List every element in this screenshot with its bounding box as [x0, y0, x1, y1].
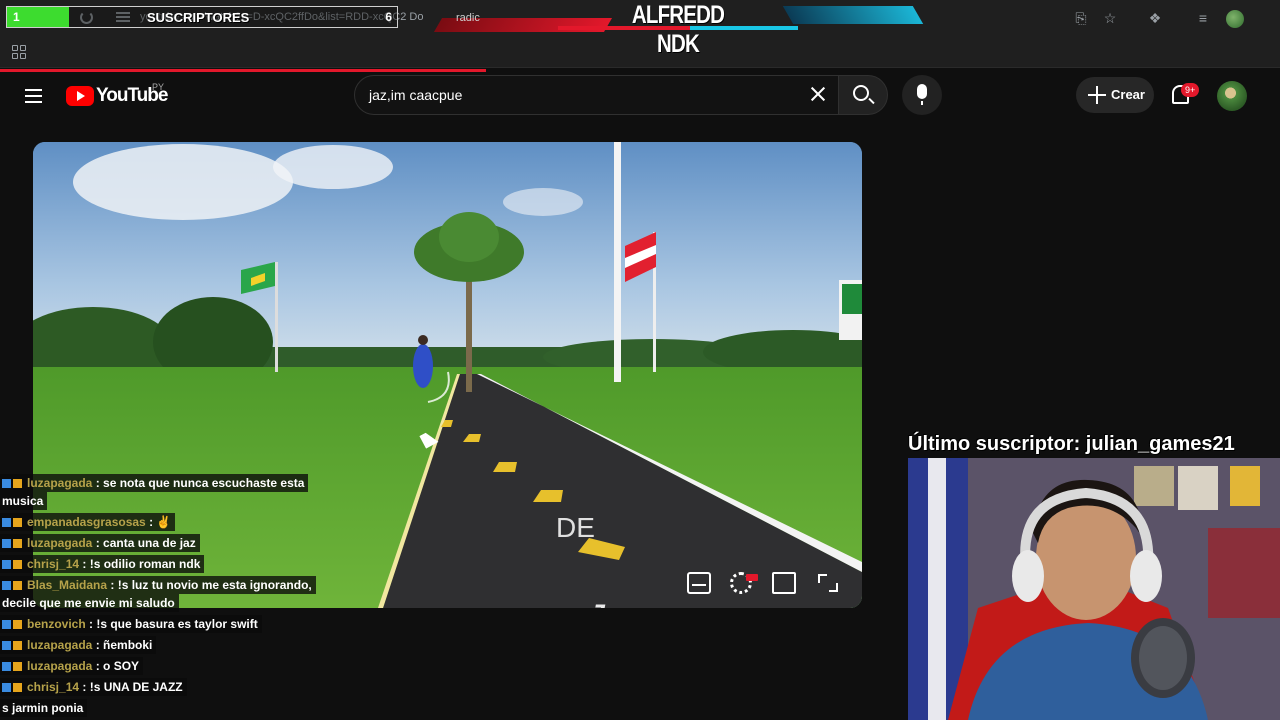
profile-icon[interactable] — [1226, 10, 1244, 28]
subscriber-goal-target: 6 — [385, 10, 392, 24]
notification-count-badge: 9+ — [1181, 83, 1200, 97]
chat-username: chrisj_14 — [27, 680, 80, 694]
region-code: PY — [152, 82, 165, 92]
subscriber-badge-icon — [13, 641, 22, 650]
subscriber-badge-icon — [13, 662, 22, 671]
search-icon — [853, 85, 869, 101]
menu-icon[interactable] — [25, 89, 42, 103]
search-input[interactable]: jaz,im caacpue — [354, 75, 840, 115]
chat-username: empanadasgrasosas — [27, 515, 146, 529]
prime-badge-icon — [2, 620, 11, 629]
subtitles-icon[interactable] — [687, 572, 711, 594]
last-subscriber-label: Último suscriptor: julian_games21 — [908, 433, 1235, 455]
chat-message: luzapagada : ñemboki — [0, 636, 157, 654]
subscriber-goal-label: SUSCRIPTORES — [147, 10, 250, 25]
chat-username: luzapagada — [27, 638, 93, 652]
prime-badge-icon — [2, 683, 11, 692]
subscriber-badge-icon — [13, 683, 22, 692]
chat-text: : !s UNA DE JAZZ — [79, 680, 183, 694]
browser-tab-title[interactable]: radic — [456, 12, 480, 24]
chat-message: s jarmin ponia — [0, 699, 88, 717]
subscriber-badge-icon — [13, 560, 22, 569]
chat-message: luzapagada : o SOY — [0, 657, 144, 675]
chat-message: chrisj_14 : !s UNA DE JAZZ — [0, 678, 187, 696]
streamer-webcam — [908, 458, 1280, 720]
search-query-text[interactable]: jaz,im caacpue — [369, 87, 462, 103]
chat-message: luzapagada : se nota que nunca escuchast… — [0, 474, 309, 492]
streamer-name: ALFREDD NDK — [631, 1, 725, 58]
account-avatar[interactable] — [1217, 81, 1247, 111]
chat-username: benzovich — [27, 617, 86, 631]
create-label: Crear — [1111, 87, 1145, 102]
prime-badge-icon — [2, 518, 11, 527]
prime-badge-icon — [2, 479, 11, 488]
chat-text: : o SOY — [92, 659, 140, 673]
chat-username: Blas_Maidana — [27, 578, 108, 592]
subscriber-goal-bar: 1 SUSCRIPTORES 6 — [6, 6, 398, 28]
youtube-header: YouTube PY jaz,im caacpue Crear 9+ — [0, 72, 1280, 120]
chat-username: luzapagada — [27, 536, 93, 550]
chat-message: chrisj_14 : !s odilio roman ndk — [0, 555, 205, 573]
voice-search-button[interactable] — [902, 75, 942, 115]
extensions-icon[interactable]: ❖ — [1148, 11, 1162, 25]
banner-cyan-stripe — [782, 6, 924, 24]
chat-message: Blas_Maidana : !s luz tu novio me esta i… — [0, 576, 316, 594]
microphone-icon — [917, 84, 927, 105]
install-icon[interactable]: ⎘ — [1074, 11, 1088, 25]
prime-badge-icon — [2, 662, 11, 671]
clear-search-icon[interactable] — [808, 84, 828, 104]
chat-message: decile que me envie mi saludo — [0, 594, 179, 612]
prime-badge-icon — [2, 560, 11, 569]
create-button[interactable]: Crear — [1076, 77, 1154, 113]
search-button[interactable] — [838, 75, 888, 115]
theater-mode-icon[interactable] — [772, 572, 796, 594]
chat-text: decile que me envie mi saludo — [2, 596, 175, 610]
prime-badge-icon — [2, 539, 11, 548]
chat-text: : !s que basura es taylor swift — [85, 617, 258, 631]
chat-message: empanadasgrasosas : ✌ — [0, 513, 176, 531]
chat-username: luzapagada — [27, 659, 93, 673]
subscriber-badge-icon — [13, 539, 22, 548]
chat-text: s jarmin ponia — [2, 701, 84, 715]
fullscreen-icon[interactable] — [816, 572, 840, 594]
chat-text: : ✌ — [145, 515, 172, 529]
chat-message: benzovich : !s que basura es taylor swif… — [0, 615, 262, 633]
subscriber-badge-icon — [13, 479, 22, 488]
video-overlay-letter: J — [585, 597, 605, 608]
subscriber-badge-icon — [13, 581, 22, 590]
prime-badge-icon — [2, 641, 11, 650]
chat-text: : ñemboki — [92, 638, 153, 652]
streamer-banner: radic ALFREDD NDK — [433, 0, 924, 58]
youtube-logo-icon[interactable] — [66, 86, 94, 106]
plus-icon — [1088, 86, 1106, 104]
media-icon[interactable]: ≡ — [1196, 11, 1210, 25]
video-overlay-text: DE — [556, 512, 595, 543]
chat-message: musica — [0, 492, 48, 510]
hd-badge — [746, 574, 758, 581]
chat-text: : !s luz tu novio me esta ignorando, — [107, 578, 312, 592]
chat-message: luzapagada : canta una de jaz — [0, 534, 200, 552]
chat-text: : se nota que nunca escuchaste esta — [92, 476, 305, 490]
subscriber-badge-icon — [13, 620, 22, 629]
star-icon[interactable]: ☆ — [1103, 11, 1117, 25]
chat-username: chrisj_14 — [27, 557, 80, 571]
chat-text: : canta una de jaz — [92, 536, 196, 550]
subscriber-count: 1 — [13, 10, 20, 24]
chat-text: : !s odilio roman ndk — [79, 557, 201, 571]
chat-username: luzapagada — [27, 476, 93, 490]
apps-icon[interactable] — [12, 45, 26, 59]
chat-text: musica — [2, 494, 44, 508]
subscriber-badge-icon — [13, 518, 22, 527]
stream-chat: luzapagada : se nota que nunca escuchast… — [0, 474, 350, 720]
webcam-frame — [908, 458, 1280, 720]
prime-badge-icon — [2, 581, 11, 590]
